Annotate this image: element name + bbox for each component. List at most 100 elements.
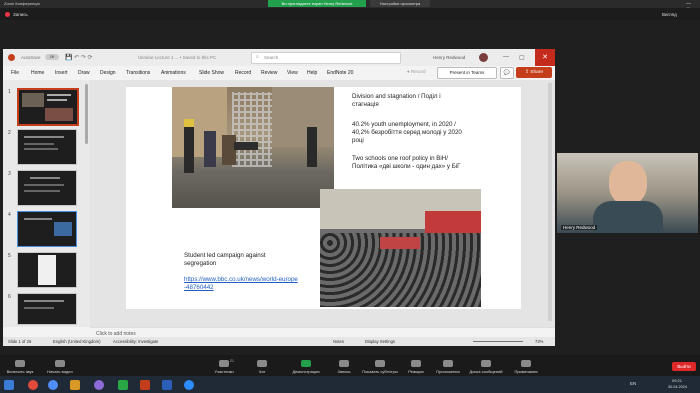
clock-time[interactable]: 09:21 bbox=[672, 378, 682, 383]
slide-thumbnail-6[interactable] bbox=[17, 293, 77, 325]
zoom-taskbar-icon[interactable] bbox=[184, 380, 194, 390]
captions-label: Показать субтитры bbox=[362, 369, 398, 374]
whiteboard-button[interactable]: Доска сообщений bbox=[466, 360, 506, 374]
opera-icon[interactable] bbox=[28, 380, 38, 390]
thumb-line bbox=[47, 99, 67, 101]
thumb-line bbox=[30, 177, 60, 179]
share-button[interactable]: ⇪ Share bbox=[516, 67, 552, 78]
slide-thumbnail-1[interactable] bbox=[17, 88, 79, 126]
slide-thumbnail-3[interactable] bbox=[17, 170, 77, 206]
record-icon bbox=[339, 360, 349, 367]
close-icon[interactable]: ✕ bbox=[535, 49, 555, 66]
autosave-toggle[interactable]: Off bbox=[45, 54, 59, 60]
thumb-photo bbox=[54, 222, 72, 236]
language-indicator[interactable]: EN bbox=[630, 381, 636, 386]
whiteboard-icon bbox=[481, 360, 491, 367]
slide-text-3: Two schools one roof policy in BiH/ Полі… bbox=[352, 155, 461, 170]
zoom-slider[interactable] bbox=[473, 341, 523, 342]
zoom-sub-bar: Запись Вигляд bbox=[0, 8, 700, 20]
present-in-teams-button[interactable]: Present in Teams bbox=[437, 67, 497, 79]
slide-thumbnail-5[interactable] bbox=[17, 252, 77, 288]
user-name[interactable]: Henry Redwood bbox=[433, 55, 465, 60]
menu-draw[interactable]: Draw bbox=[78, 70, 90, 76]
start-icon[interactable] bbox=[4, 380, 14, 390]
start-video-button[interactable]: Начать видео bbox=[40, 360, 80, 374]
captions-button[interactable]: Показать субтитры bbox=[360, 360, 400, 374]
participants-label: Участники bbox=[214, 369, 234, 374]
menu-insert[interactable]: Insert bbox=[55, 70, 68, 76]
accessibility-status[interactable]: Accessibility: Investigate bbox=[113, 339, 158, 344]
powerpoint-logo-icon bbox=[8, 54, 15, 61]
share-status-pill[interactable]: Ви проглядаєте екран Henry Redwood bbox=[268, 0, 366, 7]
participant-video[interactable]: Henry Redwood bbox=[557, 153, 698, 233]
reactions-label: Реакции bbox=[408, 369, 424, 374]
view-settings-tab[interactable]: Настройки просмотра bbox=[370, 0, 430, 7]
minimize-icon[interactable]: — bbox=[503, 54, 509, 60]
chrome-icon[interactable] bbox=[48, 380, 58, 390]
menu-record[interactable]: Record bbox=[235, 70, 251, 76]
slide-thumbnail-2[interactable] bbox=[17, 129, 77, 165]
zoom-level[interactable]: 72% bbox=[535, 339, 543, 344]
thumb-photo bbox=[45, 108, 73, 121]
view-label[interactable]: Вигляд bbox=[662, 12, 677, 17]
start-video-label: Начать видео bbox=[47, 369, 73, 374]
menu-endnote[interactable]: EndNote 20 bbox=[327, 70, 353, 76]
window-controls[interactable]: — ▢ ✕ bbox=[686, 1, 696, 19]
current-slide[interactable]: Division and stagnation / Поділ і стагна… bbox=[126, 87, 521, 309]
menu-help[interactable]: Help bbox=[307, 70, 317, 76]
apps-button[interactable]: Приложения bbox=[428, 360, 468, 374]
windows-taskbar: EN 09:21 30.04.2024 bbox=[0, 376, 700, 393]
participants-icon bbox=[219, 360, 229, 367]
slide-text-2: 40.2% youth unemployment, in 2020 / 40,2… bbox=[352, 121, 462, 144]
thumb-line bbox=[24, 190, 60, 192]
powerpoint-taskbar-icon[interactable] bbox=[140, 380, 150, 390]
quick-access-icons[interactable]: 💾 ↶ ↷ ⟳ bbox=[65, 54, 93, 61]
mute-button[interactable]: Включить звук bbox=[0, 360, 40, 374]
notes-toggle[interactable]: Notes bbox=[333, 339, 344, 344]
menu-home[interactable]: Home bbox=[31, 70, 44, 76]
thumb-document bbox=[38, 255, 56, 285]
clock-date[interactable]: 30.04.2024 bbox=[668, 385, 687, 389]
person bbox=[204, 131, 216, 167]
document-title[interactable]: Ukraine Lecture 1 ... • Saved to this PC bbox=[138, 55, 216, 60]
search-icon: ⌕ bbox=[256, 54, 259, 60]
display-settings[interactable]: Display Settings bbox=[365, 339, 395, 344]
menu-design[interactable]: Design bbox=[100, 70, 116, 76]
maximize-icon[interactable]: ▢ bbox=[519, 54, 525, 61]
menu-view[interactable]: View bbox=[287, 70, 298, 76]
record-button-zoom[interactable]: Запись bbox=[324, 360, 364, 374]
menu-slide-show[interactable]: Slide Show bbox=[199, 70, 224, 76]
notes-label-zoom: Примечания bbox=[514, 369, 538, 374]
folder-icon[interactable] bbox=[70, 380, 80, 390]
avatar[interactable] bbox=[479, 53, 488, 62]
red-awning bbox=[425, 211, 481, 233]
search-placeholder: Search bbox=[264, 55, 279, 60]
word-icon[interactable] bbox=[162, 380, 172, 390]
menu-review[interactable]: Review bbox=[261, 70, 277, 76]
menu-transitions[interactable]: Transitions bbox=[126, 70, 150, 76]
participants-button[interactable]: Участники bbox=[204, 360, 244, 374]
menu-animations[interactable]: Animations bbox=[161, 70, 186, 76]
comments-icon[interactable]: 💬 bbox=[500, 67, 514, 79]
torrent-icon[interactable] bbox=[118, 380, 128, 390]
search-box[interactable]: ⌕ Search bbox=[251, 52, 401, 64]
menu-file[interactable]: File bbox=[11, 70, 19, 76]
record-label[interactable]: Запись bbox=[13, 12, 28, 17]
fence bbox=[232, 92, 272, 167]
chat-button[interactable]: Чат bbox=[242, 360, 282, 374]
participants-count: 21 bbox=[230, 359, 234, 363]
thumbnail-scrollbar[interactable] bbox=[85, 84, 88, 144]
slide-thumbnail-4[interactable] bbox=[17, 211, 77, 247]
leave-button[interactable]: Выйти bbox=[672, 362, 696, 371]
record-button[interactable]: ● Record bbox=[407, 69, 425, 74]
language-status[interactable]: English (United Kingdom) bbox=[53, 339, 100, 344]
zoom-control-bar: Включить звук Начать видео Участники 21 … bbox=[0, 355, 700, 379]
person bbox=[222, 135, 236, 165]
notes-button[interactable]: Примечания bbox=[506, 360, 546, 374]
slide-text-1: Division and stagnation / Поділ і стагна… bbox=[352, 93, 441, 108]
editor-scrollbar[interactable] bbox=[548, 83, 552, 321]
record-label-zoom: Запись bbox=[337, 369, 351, 374]
viber-icon[interactable] bbox=[94, 380, 104, 390]
bbc-link[interactable]: https://www.bbc.co.uk/news/world-europe-… bbox=[184, 276, 299, 292]
slide-thumbnail-pane: 1 2 3 4 5 6 bbox=[3, 80, 90, 327]
